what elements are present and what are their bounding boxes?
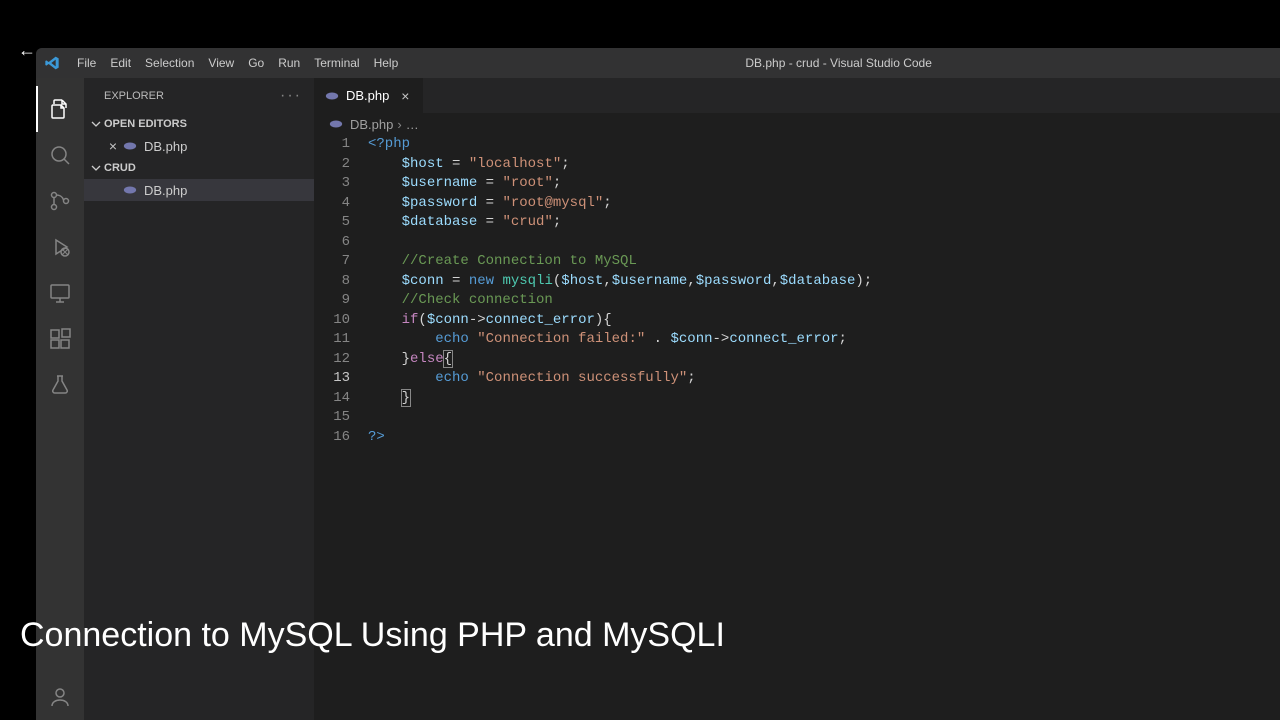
video-caption: Connection to MySQL Using PHP and MySQLI (20, 616, 725, 655)
menu-help[interactable]: Help (367, 48, 406, 78)
menu-terminal[interactable]: Terminal (307, 48, 366, 78)
explorer-icon[interactable] (36, 86, 84, 132)
accounts-icon[interactable] (36, 674, 84, 720)
php-file-icon (328, 116, 344, 132)
menu-file[interactable]: File (70, 48, 103, 78)
php-file-icon (122, 182, 138, 198)
menu-edit[interactable]: Edit (103, 48, 138, 78)
close-icon[interactable]: × (104, 138, 122, 154)
open-editor-item[interactable]: × DB.php (84, 135, 314, 157)
close-icon[interactable]: × (397, 88, 413, 104)
menu-run[interactable]: Run (271, 48, 307, 78)
tab-filename: DB.php (346, 88, 389, 103)
php-file-icon (324, 88, 340, 104)
title-bar: File Edit Selection View Go Run Terminal… (36, 48, 1280, 78)
editor-tab[interactable]: DB.php × (314, 78, 424, 113)
testing-icon[interactable] (36, 362, 84, 408)
menu-bar: File Edit Selection View Go Run Terminal… (70, 48, 405, 78)
vscode-logo-icon (44, 55, 60, 71)
extensions-icon[interactable] (36, 316, 84, 362)
editor-tabs: DB.php × (314, 78, 1280, 113)
file-tree-item[interactable]: DB.php (84, 179, 314, 201)
menu-selection[interactable]: Selection (138, 48, 201, 78)
search-icon[interactable] (36, 132, 84, 178)
open-editor-filename: DB.php (144, 139, 187, 154)
open-editors-label: OPEN EDITORS (104, 118, 187, 130)
breadcrumb-file: DB.php (350, 117, 393, 132)
breadcrumb-rest: … (406, 117, 419, 132)
window-title: DB.php - crud - Visual Studio Code (405, 56, 1272, 70)
back-arrow-icon[interactable]: ← (18, 40, 36, 61)
remote-explorer-icon[interactable] (36, 270, 84, 316)
file-tree-filename: DB.php (144, 183, 187, 198)
breadcrumb[interactable]: DB.php › … (314, 113, 1280, 135)
chevron-down-icon (88, 118, 104, 130)
menu-view[interactable]: View (201, 48, 241, 78)
menu-go[interactable]: Go (241, 48, 271, 78)
sidebar-more-icon[interactable]: ··· (280, 87, 302, 105)
chevron-down-icon (88, 162, 104, 174)
source-control-icon[interactable] (36, 178, 84, 224)
run-debug-icon[interactable] (36, 224, 84, 270)
php-file-icon (122, 138, 138, 154)
sidebar-header: EXPLORER ··· (84, 78, 314, 113)
sidebar-title: EXPLORER (104, 90, 164, 102)
chevron-right-icon: › (397, 117, 401, 132)
workspace-header[interactable]: CRUD (84, 157, 314, 179)
open-editors-header[interactable]: OPEN EDITORS (84, 113, 314, 135)
workspace-label: CRUD (104, 162, 136, 174)
